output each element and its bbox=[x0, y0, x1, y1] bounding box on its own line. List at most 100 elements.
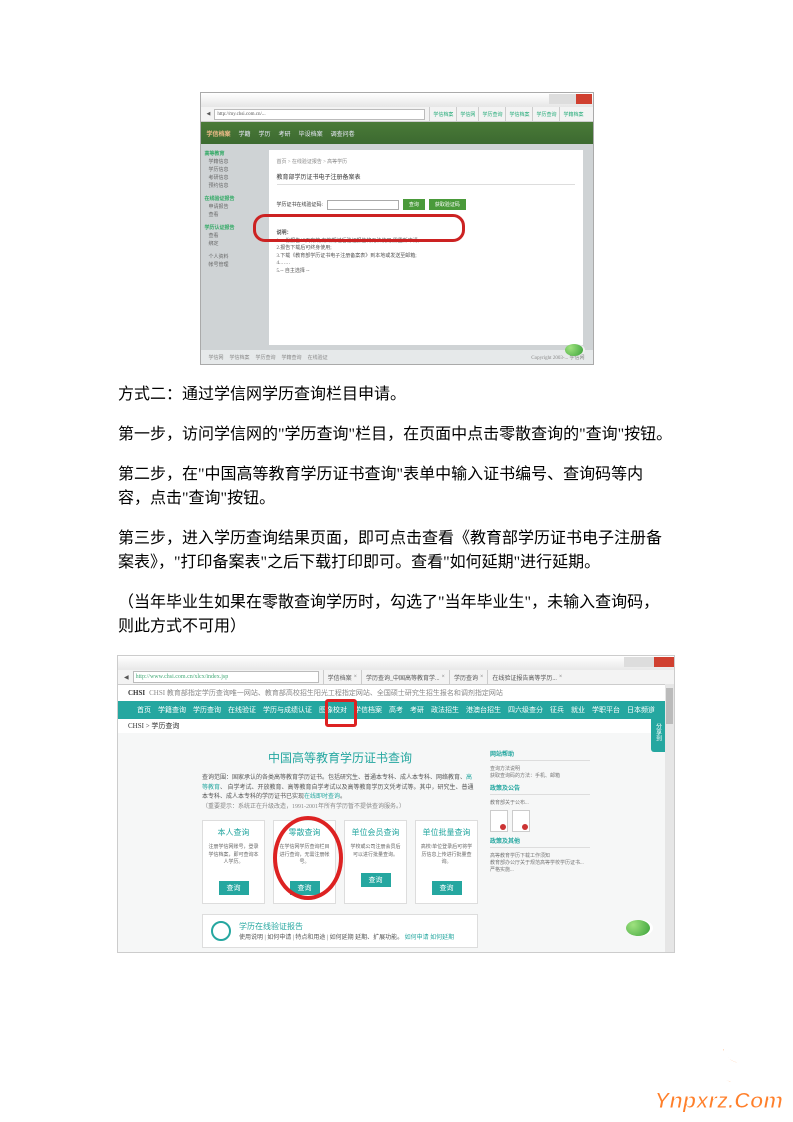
side-text: 查询方法说明 获取查询码的方法：手机、邮箱 bbox=[490, 765, 590, 779]
query-cards: 本人查询 注册学信网账号，登录学信档案，即可查询本人学历。 查询 零散查询 在学… bbox=[202, 820, 478, 904]
nav-item[interactable]: 学历 bbox=[259, 129, 271, 138]
card-desc: 学校或公司注册会员后可以进行批量查询。 bbox=[349, 844, 402, 859]
side-text: 教育部关于公布... bbox=[490, 799, 590, 806]
browser-tab[interactable]: 学历查询× bbox=[449, 670, 487, 684]
footer-link[interactable]: 学籍查询 bbox=[282, 354, 302, 361]
address-bar: ◀ http://my.chsi.com.cn/... 学信档案 学信网 学历查… bbox=[201, 107, 593, 122]
sidebar: 高等教育 学籍信息 学历信息 考研信息 预约信息 在线验证报告 申请报告 查看 … bbox=[201, 144, 269, 351]
share-tag[interactable]: 分享到 bbox=[651, 712, 665, 752]
nav-item[interactable]: 考研 bbox=[279, 129, 291, 138]
chat-widget-icon[interactable] bbox=[626, 920, 650, 936]
auth-report-row: 学历在线验证报告 使用说明 | 如何申请 | 特点和用途 | 如何延期 延期、扩… bbox=[202, 914, 478, 948]
browser-tab[interactable]: 学籍档案 bbox=[559, 107, 586, 121]
footer-link[interactable]: 学历查询 bbox=[256, 354, 276, 361]
nav-tab[interactable]: 学历与成绩认证 bbox=[263, 705, 312, 715]
red-highlight-circle bbox=[273, 816, 343, 900]
side-heading: 网站帮助 bbox=[490, 749, 590, 761]
browser-tab[interactable]: 学信档案× bbox=[323, 670, 361, 684]
window-min-button[interactable] bbox=[549, 94, 563, 104]
auth-link[interactable]: 如何延期 bbox=[430, 935, 454, 941]
browser-tab[interactable]: 学历查询_中国高等教育学...× bbox=[361, 670, 449, 684]
window-close-button[interactable] bbox=[576, 94, 592, 104]
doc-thumb[interactable] bbox=[490, 810, 508, 832]
sidebar-item[interactable]: 学历信息 bbox=[209, 166, 265, 173]
card-desc: 高校/单位登录后可将学历信息上传进行批量查询。 bbox=[420, 844, 473, 867]
browser-tab[interactable]: 在线验证报告高等学历...× bbox=[487, 670, 566, 684]
sidebar: 网站帮助 查询方法说明 获取查询码的方法：手机、邮箱 政策及公告 教育部关于公布… bbox=[490, 745, 590, 948]
nav-tab[interactable]: 四六级查分 bbox=[508, 705, 543, 715]
verify-code-input[interactable] bbox=[327, 200, 399, 210]
browser-tab[interactable]: 学历查询 bbox=[532, 107, 559, 121]
sidebar-item[interactable]: 帐号管理 bbox=[209, 261, 265, 268]
main-panel: 首页 > 在线验证报告 > 高等学历 教育部学历证书电子注册备案表 学历证书在线… bbox=[269, 150, 583, 345]
step-2: 第二步，在"中国高等教育学历证书查询"表单中输入证书编号、查询码等内容，点击"查… bbox=[118, 463, 675, 511]
side-text: 高等教育学历下载工作须知 教育部办公厅关于规范高等学校学历证书... 严格实施.… bbox=[490, 852, 590, 873]
card-button[interactable]: 查询 bbox=[219, 881, 249, 895]
sidebar-item[interactable]: 预约信息 bbox=[209, 182, 265, 189]
nav-tab[interactable]: 高考 bbox=[389, 705, 403, 715]
doc-thumb[interactable] bbox=[512, 810, 530, 832]
window-close-button[interactable] bbox=[654, 657, 674, 667]
address-bar: ◀ http://www.chsi.com.cn/xlcx/index.jsp … bbox=[118, 670, 674, 685]
desc-link[interactable]: 在线即时查询 bbox=[304, 794, 340, 800]
sidebar-item[interactable]: 考研信息 bbox=[209, 174, 265, 181]
footer-link[interactable]: 学信档案 bbox=[230, 354, 250, 361]
url-field[interactable]: http://www.chsi.com.cn/xlcx/index.jsp bbox=[133, 671, 319, 683]
nav-tab[interactable]: 在线验证 bbox=[228, 705, 256, 715]
nav-tab[interactable]: 征兵 bbox=[550, 705, 564, 715]
nav-tab[interactable]: 学籍查询 bbox=[158, 705, 186, 715]
nav-tab[interactable]: 学历查询 bbox=[193, 705, 221, 715]
doc-thumbs bbox=[490, 810, 590, 832]
scroll-thumb[interactable] bbox=[666, 688, 673, 724]
input-row: 学历证书在线验证码: 查询 获取验证码 bbox=[277, 199, 575, 210]
getcode-button[interactable]: 获取验证码 bbox=[429, 199, 466, 210]
chat-widget-icon[interactable] bbox=[565, 344, 583, 356]
sidebar-item[interactable]: 个人资料 bbox=[209, 253, 265, 260]
site-nav: 学信档案 学籍 学历 考研 毕设档案 调查问卷 bbox=[201, 122, 593, 144]
query-button[interactable]: 查询 bbox=[403, 199, 425, 210]
step-3: 第三步，进入学历查询结果页面，即可点击查看《教育部学历证书电子注册备案表》，"打… bbox=[118, 527, 675, 575]
nav-item[interactable]: 毕设档案 bbox=[299, 129, 323, 138]
card-unit-batch-query: 单位批量查询 高校/单位登录后可将学历信息上传进行批量查询。 查询 bbox=[415, 820, 478, 904]
browser-tab[interactable]: 学信档案 bbox=[505, 107, 532, 121]
nav-back-icon[interactable]: ◀ bbox=[124, 674, 129, 681]
auth-link[interactable]: 如何申请 bbox=[405, 935, 429, 941]
screenshot-1: ◀ http://my.chsi.com.cn/... 学信档案 学信网 学历查… bbox=[200, 92, 594, 365]
site-logo: 学信档案 bbox=[207, 129, 231, 138]
nav-tab[interactable]: 学职平台 bbox=[592, 705, 620, 715]
sidebar-item[interactable]: 申请报告 bbox=[209, 203, 265, 210]
nav-tab[interactable]: 就业 bbox=[571, 705, 585, 715]
window-max-button[interactable] bbox=[563, 94, 577, 104]
nav-tab[interactable]: 学信档案 bbox=[354, 705, 382, 715]
footer-link[interactable]: 学信网 bbox=[209, 354, 224, 361]
nav-back-icon[interactable]: ◀ bbox=[207, 111, 211, 117]
card-button[interactable]: 查询 bbox=[432, 881, 462, 895]
sidebar-item[interactable]: 绑定 bbox=[209, 240, 265, 247]
site-header: CHSICHSI 教育部指定学历查询唯一网站、教育部高校招生阳光工程指定网站、全… bbox=[118, 685, 674, 701]
watermark: 易贤网 Ynpxrz.Com bbox=[651, 1046, 783, 1114]
input-label: 学历证书在线验证码: bbox=[277, 201, 323, 208]
scrollbar[interactable] bbox=[665, 684, 674, 952]
nav-tab[interactable]: 港澳台招生 bbox=[466, 705, 501, 715]
window-min-button[interactable] bbox=[624, 657, 640, 667]
nav-item[interactable]: 学籍 bbox=[239, 129, 251, 138]
site-tagline: CHSI 教育部指定学历查询唯一网站、教育部高校招生阳光工程指定网站、全国硕士研… bbox=[149, 688, 503, 698]
nav-item[interactable]: 调查问卷 bbox=[331, 129, 355, 138]
browser-tab[interactable]: 学历查询 bbox=[478, 107, 505, 121]
nav-tab[interactable]: 政法招生 bbox=[431, 705, 459, 715]
breadcrumb: CHSI > 学历查询 bbox=[118, 719, 674, 733]
browser-tab[interactable]: 学信网 bbox=[456, 107, 478, 121]
card-desc: 注册学信网账号，登录学信档案，即可查询本人学历。 bbox=[207, 844, 260, 867]
nav-tab[interactable]: 首页 bbox=[137, 705, 151, 715]
card-title: 本人查询 bbox=[207, 827, 260, 838]
sidebar-item[interactable]: 学籍信息 bbox=[209, 158, 265, 165]
card-button[interactable]: 查询 bbox=[361, 873, 391, 887]
url-field[interactable]: http://my.chsi.com.cn/... bbox=[214, 109, 425, 120]
footer-link[interactable]: 在线验证 bbox=[308, 354, 328, 361]
red-highlight-ring bbox=[253, 214, 465, 242]
red-highlight-box bbox=[325, 699, 357, 727]
side-heading: 政策及其他 bbox=[490, 836, 590, 848]
nav-tab[interactable]: 考研 bbox=[410, 705, 424, 715]
breadcrumb: 首页 > 在线验证报告 > 高等学历 bbox=[277, 158, 575, 165]
browser-tab[interactable]: 学信档案 bbox=[429, 107, 456, 121]
